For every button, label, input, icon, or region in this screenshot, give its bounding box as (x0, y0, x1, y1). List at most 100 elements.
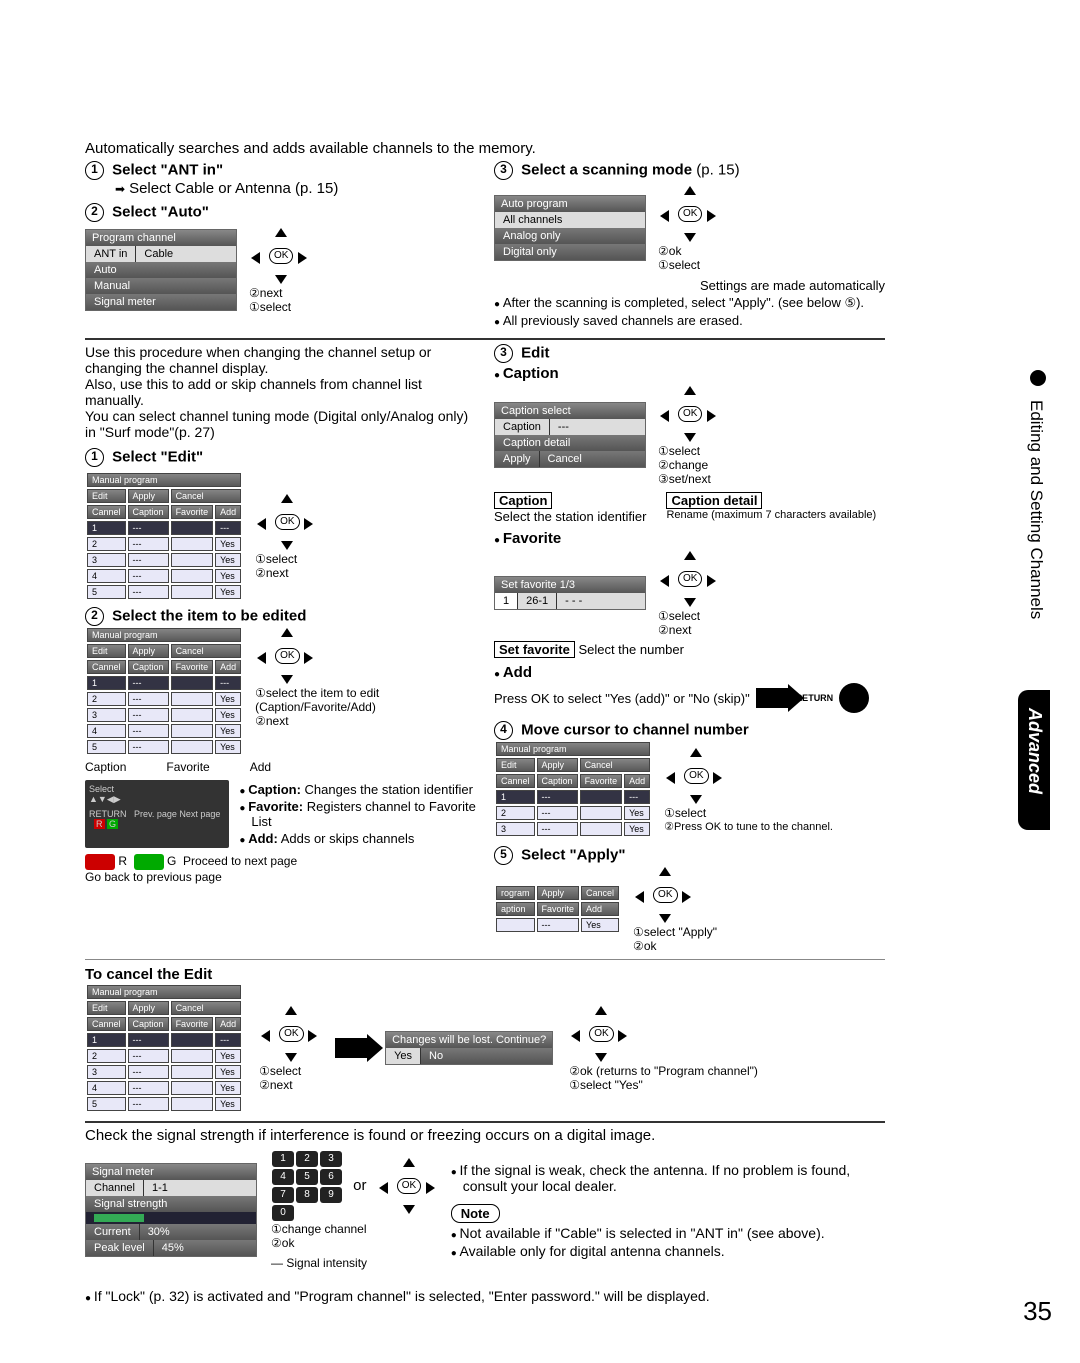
manual-program-table-4: rogramApplyCancel aptionFavoriteAdd ---Y… (494, 884, 621, 934)
step-antin-title: Select "ANT in" (112, 161, 223, 178)
lbl-add: Add (250, 760, 271, 774)
nav-cross-icon-9[interactable]: OK (259, 1004, 319, 1064)
legend-next: Proceed to next page (183, 854, 297, 868)
ok-button-9[interactable]: OK (279, 1026, 303, 1042)
arrow-icon (756, 688, 790, 708)
step-move-title: Move cursor to channel number (521, 721, 749, 738)
or-label: or (353, 1177, 366, 1194)
step-edit-title: Select "Edit" (112, 448, 203, 465)
nav-cross-icon-8[interactable]: OK (633, 865, 693, 925)
nav-cross-icon-10[interactable]: OK (569, 1004, 629, 1064)
ok-button-4[interactable]: OK (275, 648, 299, 664)
legend-back: Go back to previous page (85, 870, 476, 884)
m-step4-marker: 4 (494, 721, 513, 740)
number-keypad[interactable]: 123 456 789 0 (271, 1150, 343, 1222)
arrow-icon-2 (335, 1038, 369, 1058)
dialog-no[interactable]: No (421, 1048, 451, 1064)
menu-row-signalmeter[interactable]: Signal meter (86, 294, 236, 310)
anno-ok: ok (669, 244, 682, 258)
nav-cross-icon-6[interactable]: OK (658, 549, 718, 609)
nav-cross-icon[interactable]: OK (249, 226, 309, 286)
ok-button-7[interactable]: OK (684, 768, 708, 784)
dialog-yes[interactable]: Yes (386, 1048, 421, 1064)
caption-box-desc: Select the station identifier (494, 509, 646, 524)
side-marker-dot (1030, 370, 1046, 386)
sig-row-current: Current 30% (86, 1224, 256, 1240)
menu-row-allch[interactable]: All channels (495, 212, 645, 228)
cancel-anno-2: select "Yes" (580, 1078, 643, 1092)
advanced-tab-label: Advanced (1024, 708, 1045, 794)
menu-row-manual[interactable]: Manual (86, 278, 236, 294)
step-scan-title: Select a scanning mode (521, 161, 692, 178)
nav-cross-icon-2[interactable]: OK (658, 184, 718, 244)
tab-cancel[interactable]: Cancel (171, 489, 242, 503)
manual-program-table-3: Manual program EditApplyCancel CannelCap… (494, 740, 652, 838)
add-h: Add (506, 664, 885, 681)
manual-intro-3: You can select channel tuning mode (Digi… (85, 408, 476, 440)
sig-note-top-1: If the signal is weak, check the antenna… (463, 1162, 885, 1194)
return-icon[interactable] (839, 683, 869, 713)
advanced-tab: Advanced (1018, 690, 1050, 830)
step-scan-page: (p. 15) (696, 161, 739, 178)
sig-note-btm-2: Available only for digital antenna chann… (463, 1243, 885, 1259)
green-button-icon[interactable] (134, 854, 164, 870)
ok-button-6[interactable]: OK (678, 571, 702, 587)
menu-row-analog[interactable]: Analog only (495, 228, 645, 244)
caption-apply-row[interactable]: Apply Cancel (495, 451, 645, 467)
ok-button-10[interactable]: OK (589, 1026, 613, 1042)
menu-row-antin[interactable]: ANT in Cable (86, 246, 236, 262)
manual-program-table-1: Manual program Edit Apply Cancel Cannel … (85, 471, 243, 601)
ok-button-3[interactable]: OK (275, 514, 299, 530)
cancel-dialog-title: Changes will be lost. Continue? (386, 1032, 552, 1048)
step3-marker: 3 (494, 161, 513, 180)
nav-cross-icon-11[interactable]: OK (377, 1156, 437, 1216)
step-auto-title: Select "Auto" (112, 203, 209, 220)
anno-next: next (260, 286, 283, 300)
ok-button-8[interactable]: OK (653, 887, 677, 903)
ok-button-5[interactable]: OK (678, 406, 702, 422)
program-channel-title: Program channel (86, 230, 236, 246)
ok-button[interactable]: OK (269, 248, 293, 264)
nav-cross-icon-4[interactable]: OK (255, 626, 315, 686)
caption-select-menu: Caption select Caption --- Caption detai… (494, 402, 646, 468)
note-box-label: Note (451, 1204, 500, 1223)
footer-legend-box: Select▲▼◀▶ RETURN Prev. page Next page R… (85, 780, 229, 848)
menu-row-auto[interactable]: Auto (86, 262, 236, 278)
sig-row-channel[interactable]: Channel 1-1 (86, 1180, 256, 1196)
tab-edit[interactable]: Edit (87, 489, 126, 503)
favorite-row[interactable]: 1 26-1 - - - (495, 593, 645, 609)
sig-note-btm-1: Not available if "Cable" is selected in … (463, 1225, 885, 1241)
page-number: 35 (1023, 1296, 1052, 1327)
ok-button-11[interactable]: OK (397, 1178, 421, 1194)
lbl-favorite: Favorite (166, 760, 209, 774)
nav-cross-icon-5[interactable]: OK (658, 384, 718, 444)
auto-program-title: Auto program (495, 196, 645, 212)
menu-row-digital[interactable]: Digital only (495, 244, 645, 260)
red-button-icon[interactable] (85, 854, 115, 870)
step-apply-title: Select "Apply" (521, 846, 625, 863)
caption-boxlabel: Caption (494, 492, 552, 509)
manual-program-table-2: Manual program Edit Apply Cancel Cannel … (85, 626, 243, 756)
scan-note-auto: Settings are made automatically (494, 278, 885, 293)
caption-detail-row[interactable]: Caption detail (495, 435, 645, 451)
caption-detail-boxlabel: Caption detail (666, 492, 762, 509)
tab-apply[interactable]: Apply (128, 489, 169, 503)
tip-add: Adds or skips channels (281, 831, 415, 846)
nav-cross-icon-7[interactable]: OK (664, 746, 724, 806)
auto-section-intro: Automatically searches and adds availabl… (85, 140, 885, 157)
right-caption-h: Caption (506, 365, 885, 382)
move-anno: Press OK to tune to the channel. (674, 821, 833, 833)
manual-intro-2: Also, use this to add or skip channels f… (85, 376, 476, 408)
footnote: If "Lock" (p. 32) is activated and "Prog… (97, 1288, 885, 1304)
step-item-title: Select the item to be edited (112, 607, 306, 624)
m-step1-marker: 1 (85, 448, 104, 467)
sig-row-strength: Signal strength (86, 1196, 256, 1212)
m-step3-marker: 3 (494, 344, 513, 363)
cancel-anno-1: ok (returns to "Program channel") (580, 1064, 758, 1078)
ok-button-2[interactable]: OK (678, 206, 702, 222)
manual-intro-1: Use this procedure when changing the cha… (85, 344, 476, 376)
lbl-caption: Caption (85, 760, 126, 774)
nav-cross-icon-3[interactable]: OK (255, 492, 315, 552)
anno-select: select (260, 300, 291, 314)
caption-row[interactable]: Caption --- (495, 419, 645, 435)
